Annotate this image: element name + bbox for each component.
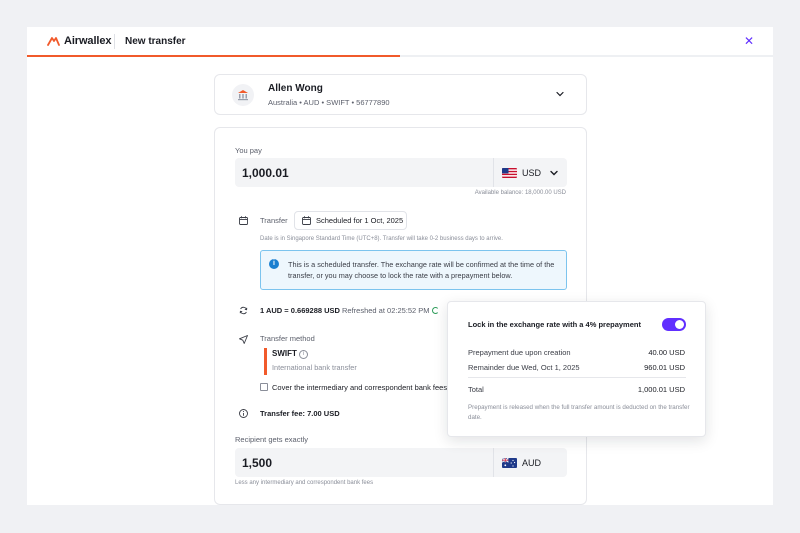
airwallex-logo: Airwallex bbox=[47, 35, 112, 47]
prepayment-label: Prepayment due upon creation bbox=[468, 348, 571, 357]
receive-currency-display: AUD bbox=[494, 448, 567, 477]
rate-lock-popover: Lock in the exchange rate with a 4% prep… bbox=[447, 301, 706, 437]
selected-method-indicator bbox=[264, 348, 267, 375]
date-note: Date is in Singapore Standard Time (UTC+… bbox=[260, 236, 503, 242]
rate-refreshed-time: Refreshed at 02:25:52 PM bbox=[342, 306, 430, 315]
top-bar: Airwallex New transfer ✕ bbox=[27, 27, 773, 56]
us-flag-icon bbox=[502, 167, 517, 178]
refresh-icon bbox=[239, 306, 248, 315]
pay-currency-code: USD bbox=[522, 167, 542, 178]
progress-bar bbox=[27, 55, 773, 57]
scheduled-date-text: Scheduled for 1 Oct, 2025 bbox=[316, 216, 404, 225]
exchange-rate: 1 AUD = 0.669288 USD bbox=[260, 306, 340, 315]
prepayment-note: Prepayment is released when the full tra… bbox=[468, 404, 690, 421]
send-icon bbox=[239, 335, 248, 344]
progress-fill bbox=[27, 55, 400, 57]
method-description: International bank transfer bbox=[272, 363, 357, 372]
transfer-method-label: Transfer method bbox=[260, 334, 315, 343]
scheduled-info-banner: i This is a scheduled transfer. The exch… bbox=[260, 250, 567, 290]
transfer-fee: Transfer fee: 7.00 USD bbox=[260, 409, 340, 418]
calendar-icon bbox=[302, 216, 311, 225]
bank-icon bbox=[232, 84, 254, 106]
receive-amount-field[interactable]: 1,500 AUD bbox=[235, 448, 567, 477]
header-divider bbox=[114, 34, 115, 49]
chevron-down-icon[interactable] bbox=[554, 88, 566, 100]
available-balance: Available balance: 18,000.00 USD bbox=[474, 190, 566, 196]
airwallex-logo-icon bbox=[47, 36, 60, 46]
cover-fees-checkbox[interactable] bbox=[260, 383, 268, 391]
pay-currency-select[interactable]: USD bbox=[494, 158, 567, 187]
popover-divider bbox=[468, 377, 686, 378]
info-text: This is a scheduled transfer. The exchan… bbox=[288, 260, 555, 280]
rate-lock-title: Lock in the exchange rate with a 4% prep… bbox=[468, 320, 641, 329]
rate-lock-toggle[interactable] bbox=[662, 318, 686, 331]
close-icon[interactable]: ✕ bbox=[743, 34, 755, 48]
schedule-date-button[interactable]: Scheduled for 1 Oct, 2025 bbox=[294, 211, 407, 230]
receive-currency-code: AUD bbox=[522, 457, 542, 468]
toggle-knob bbox=[675, 320, 684, 329]
method-name[interactable]: SWIFT bbox=[272, 349, 297, 358]
pay-amount-value[interactable]: 1,000.01 bbox=[242, 166, 289, 180]
info-icon: i bbox=[269, 259, 279, 269]
transfer-label: Transfer bbox=[260, 216, 288, 225]
total-label: Total bbox=[468, 385, 484, 394]
you-pay-label: You pay bbox=[235, 146, 262, 155]
calendar-icon bbox=[239, 216, 248, 225]
remainder-value: 960.01 USD bbox=[644, 363, 685, 372]
prepayment-value: 40.00 USD bbox=[648, 348, 685, 357]
recipient-gets-label: Recipient gets exactly bbox=[235, 435, 308, 444]
receive-note: Less any intermediary and correspondent … bbox=[235, 480, 374, 486]
au-flag-icon bbox=[502, 457, 517, 468]
total-value: 1,000.01 USD bbox=[637, 385, 685, 394]
recipient-name: Allen Wong bbox=[268, 83, 323, 94]
brand-name: Airwallex bbox=[64, 35, 112, 47]
pay-amount-field[interactable]: 1,000.01 USD bbox=[235, 158, 567, 187]
page-title: New transfer bbox=[125, 36, 186, 47]
recipient-meta: Australia • AUD • SWIFT • 56777890 bbox=[268, 98, 390, 107]
info-icon[interactable]: i bbox=[299, 350, 308, 359]
info-circle-icon bbox=[239, 409, 248, 418]
chevron-down-icon bbox=[550, 170, 558, 175]
remainder-label: Remainder due Wed, Oct 1, 2025 bbox=[468, 363, 580, 372]
recipient-selector[interactable]: Allen Wong Australia • AUD • SWIFT • 567… bbox=[214, 74, 587, 115]
receive-amount-value[interactable]: 1,500 bbox=[242, 456, 272, 470]
loading-spinner-icon bbox=[432, 307, 439, 314]
cover-fees-label[interactable]: Cover the intermediary and correspondent… bbox=[272, 383, 447, 392]
